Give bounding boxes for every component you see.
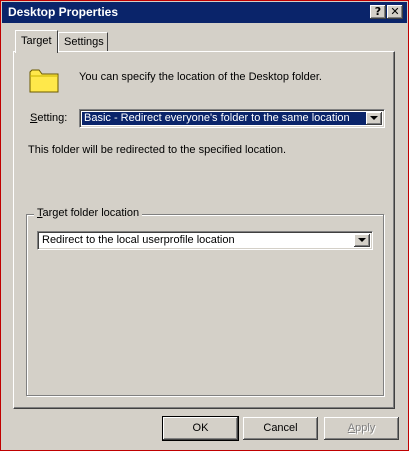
help-button[interactable]: ? bbox=[370, 5, 386, 19]
tab-target-label: Target bbox=[21, 35, 52, 47]
cancel-button[interactable]: Cancel bbox=[243, 417, 318, 440]
close-button[interactable]: ✕ bbox=[387, 5, 403, 19]
redirect-description: This folder will be redirected to the sp… bbox=[28, 144, 287, 156]
tab-settings[interactable]: Settings bbox=[58, 32, 108, 51]
chevron-down-icon[interactable] bbox=[354, 234, 370, 247]
folder-icon bbox=[29, 69, 59, 93]
properties-dialog: Desktop Properties ? ✕ Target Settings Y… bbox=[0, 0, 409, 451]
setting-dropdown-value: Basic - Redirect everyone's folder to th… bbox=[82, 112, 366, 125]
tab-target[interactable]: Target bbox=[15, 30, 58, 53]
info-text: You can specify the location of the Desk… bbox=[79, 71, 322, 83]
window-title: Desktop Properties bbox=[8, 5, 119, 19]
title-bar[interactable]: Desktop Properties ? ✕ bbox=[2, 2, 407, 23]
apply-button[interactable]: Apply bbox=[324, 417, 399, 440]
setting-dropdown[interactable]: Basic - Redirect everyone's folder to th… bbox=[79, 109, 385, 128]
ok-button[interactable]: OK bbox=[163, 417, 238, 440]
chevron-down-icon[interactable] bbox=[366, 112, 382, 125]
target-location-dropdown[interactable]: Redirect to the local userprofile locati… bbox=[37, 231, 373, 250]
target-folder-label: Target folder location bbox=[34, 207, 143, 219]
setting-label: Setting: bbox=[30, 112, 68, 124]
target-location-value: Redirect to the local userprofile locati… bbox=[42, 234, 235, 246]
tab-settings-label: Settings bbox=[64, 36, 104, 48]
